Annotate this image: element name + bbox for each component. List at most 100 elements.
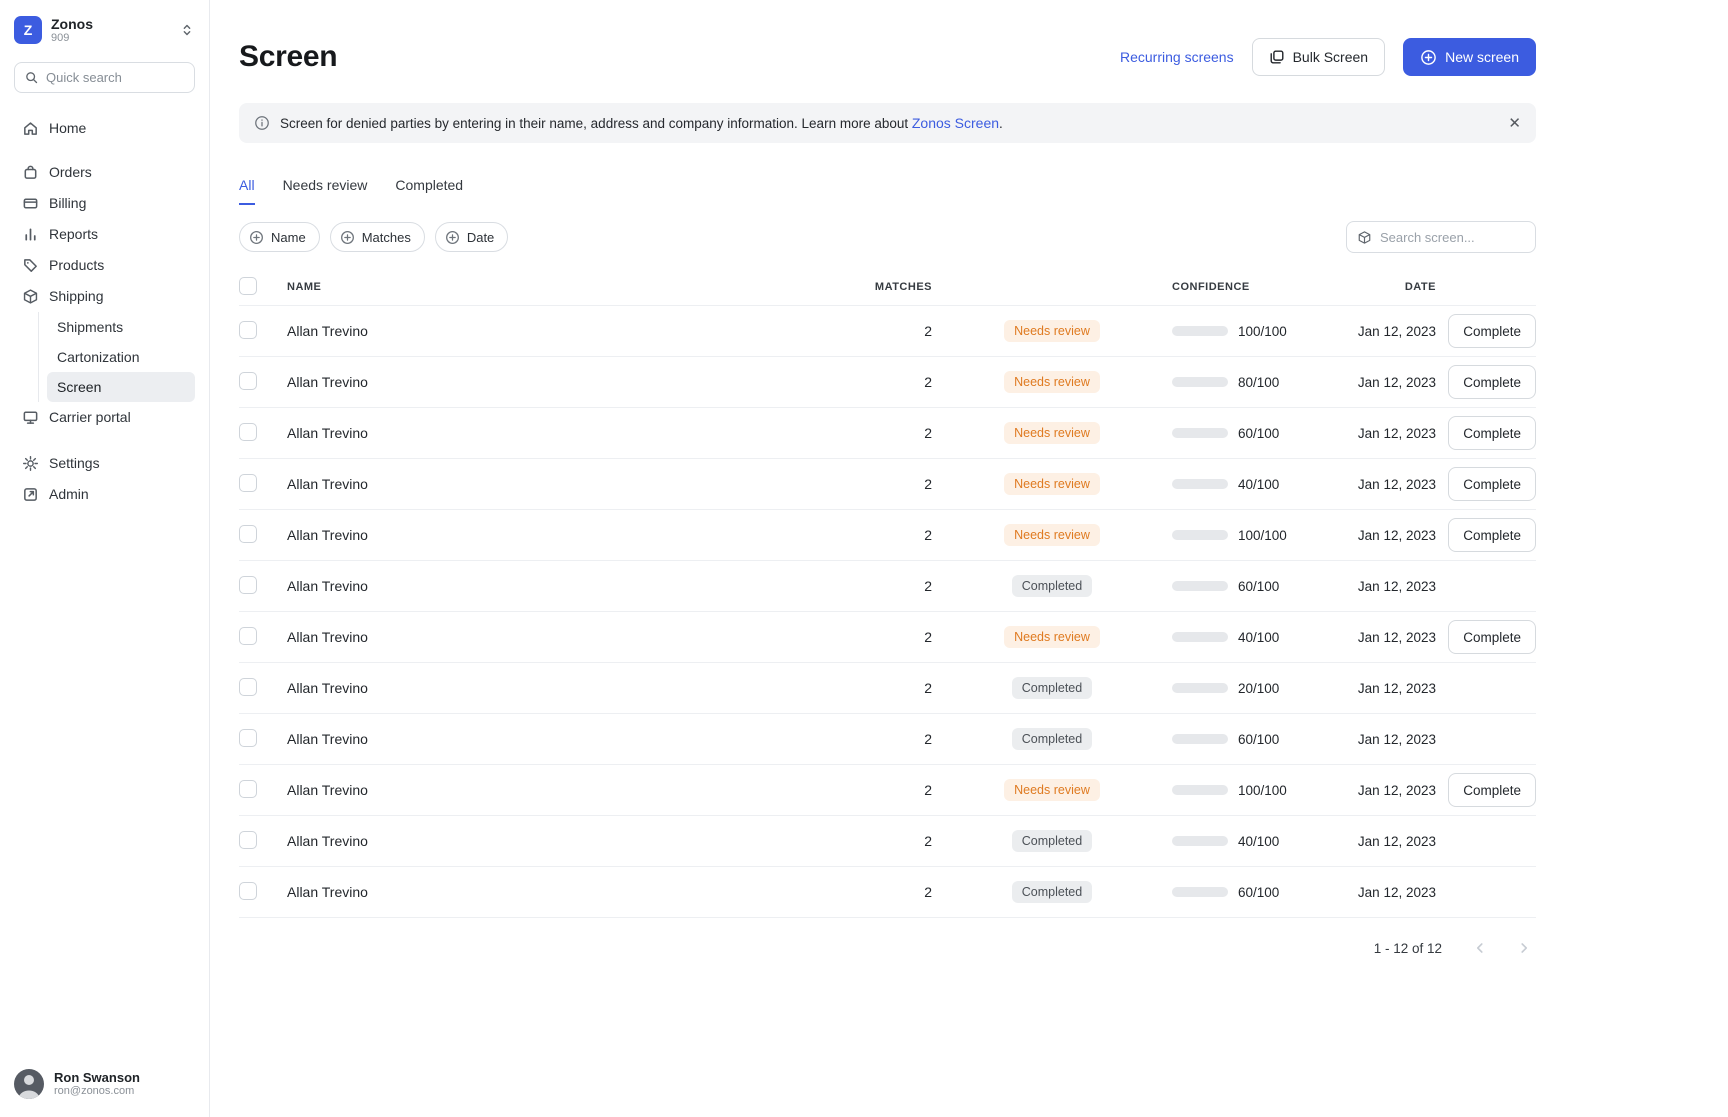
row-checkbox[interactable] xyxy=(239,474,257,492)
row-name: Allan Trevino xyxy=(287,323,872,339)
banner-text-after: . xyxy=(999,116,1003,131)
row-action: Complete xyxy=(1436,518,1536,552)
row-name: Allan Trevino xyxy=(287,476,872,492)
avatar xyxy=(14,1069,44,1099)
quick-search[interactable] xyxy=(14,62,195,93)
sidebar-item-billing[interactable]: Billing xyxy=(14,188,195,219)
sidebar-item-products[interactable]: Products xyxy=(14,250,195,281)
tab-completed[interactable]: Completed xyxy=(395,177,463,205)
sidebar-item-label: Orders xyxy=(49,164,92,180)
screen-table: Name Matches Confidence Date Allan Trevi… xyxy=(239,269,1536,918)
row-checkbox[interactable] xyxy=(239,882,257,900)
confidence-cell: 60/100 xyxy=(1172,885,1346,900)
row-checkbox[interactable] xyxy=(239,372,257,390)
confidence-score: 60/100 xyxy=(1238,885,1279,900)
tab-needs-review[interactable]: Needs review xyxy=(283,177,368,205)
confidence-bar xyxy=(1172,785,1228,795)
sidebar-item-label: Billing xyxy=(49,195,86,211)
complete-button[interactable]: Complete xyxy=(1448,518,1536,552)
complete-button[interactable]: Complete xyxy=(1448,416,1536,450)
row-checkbox[interactable] xyxy=(239,321,257,339)
row-name: Allan Trevino xyxy=(287,425,872,441)
close-icon[interactable]: ✕ xyxy=(1508,114,1521,132)
header-actions: Recurring screens Bulk Screen New screen xyxy=(1120,38,1536,76)
row-checkbox[interactable] xyxy=(239,627,257,645)
sidebar-item-admin[interactable]: Admin xyxy=(14,479,195,510)
table-row: Allan Trevino 2 Needs review 100/100 Jan… xyxy=(239,765,1536,816)
bulk-screen-label: Bulk Screen xyxy=(1293,49,1368,65)
chevron-updown-icon[interactable] xyxy=(179,22,195,38)
table-row: Allan Trevino 2 Completed 40/100 Jan 12,… xyxy=(239,816,1536,867)
complete-button[interactable]: Complete xyxy=(1448,773,1536,807)
row-matches: 2 xyxy=(872,884,932,900)
monitor-icon xyxy=(22,409,39,426)
complete-button[interactable]: Complete xyxy=(1448,620,1536,654)
row-date: Jan 12, 2023 xyxy=(1346,375,1436,390)
sidebar-item-screen[interactable]: Screen xyxy=(47,372,195,402)
new-screen-button[interactable]: New screen xyxy=(1403,38,1536,76)
select-all-checkbox[interactable] xyxy=(239,277,257,295)
row-action: Complete xyxy=(1436,620,1536,654)
home-icon xyxy=(22,120,39,137)
user-name: Ron Swanson xyxy=(54,1070,140,1086)
confidence-cell: 60/100 xyxy=(1172,426,1346,441)
confidence-score: 80/100 xyxy=(1238,375,1279,390)
recurring-screens-link[interactable]: Recurring screens xyxy=(1120,49,1234,65)
row-checkbox[interactable] xyxy=(239,780,257,798)
sidebar-item-settings[interactable]: Settings xyxy=(14,448,195,479)
row-checkbox[interactable] xyxy=(239,729,257,747)
bulk-screen-button[interactable]: Bulk Screen xyxy=(1252,38,1385,76)
row-date: Jan 12, 2023 xyxy=(1346,477,1436,492)
row-matches: 2 xyxy=(872,578,932,594)
box-icon xyxy=(22,288,39,305)
row-matches: 2 xyxy=(872,374,932,390)
chevron-right-icon[interactable] xyxy=(1512,936,1536,960)
tab-all[interactable]: All xyxy=(239,177,255,205)
row-date: Jan 12, 2023 xyxy=(1346,681,1436,696)
complete-button[interactable]: Complete xyxy=(1448,314,1536,348)
table-search[interactable] xyxy=(1346,221,1536,253)
row-checkbox[interactable] xyxy=(239,831,257,849)
sidebar-item-label: Shipments xyxy=(57,319,123,335)
chevron-left-icon[interactable] xyxy=(1468,936,1492,960)
row-checkbox[interactable] xyxy=(239,423,257,441)
sidebar-item-home[interactable]: Home xyxy=(14,113,195,144)
table-search-input[interactable] xyxy=(1380,230,1525,245)
table-row: Allan Trevino 2 Needs review 40/100 Jan … xyxy=(239,612,1536,663)
sidebar-item-orders[interactable]: Orders xyxy=(14,157,195,188)
complete-button[interactable]: Complete xyxy=(1448,467,1536,501)
row-name: Allan Trevino xyxy=(287,782,872,798)
filter-name-label: Name xyxy=(271,230,306,245)
confidence-cell: 40/100 xyxy=(1172,630,1346,645)
sidebar-item-carrier-portal[interactable]: Carrier portal xyxy=(14,402,195,433)
filter-name[interactable]: Name xyxy=(239,222,320,252)
quick-search-input[interactable] xyxy=(46,70,185,85)
bulk-screen-icon xyxy=(1269,49,1285,65)
row-checkbox[interactable] xyxy=(239,576,257,594)
row-checkbox[interactable] xyxy=(239,525,257,543)
confidence-score: 40/100 xyxy=(1238,477,1279,492)
user-menu[interactable]: Ron Swanson ron@zonos.com xyxy=(14,1069,195,1099)
confidence-score: 40/100 xyxy=(1238,630,1279,645)
search-icon xyxy=(24,70,39,85)
zonos-screen-link[interactable]: Zonos Screen xyxy=(912,115,999,131)
sidebar-item-label: Home xyxy=(49,120,86,136)
sidebar-item-shipments[interactable]: Shipments xyxy=(47,312,195,342)
org-switcher[interactable]: Z Zonos 909 xyxy=(14,16,195,45)
status-badge: Needs review xyxy=(1004,473,1100,495)
row-name: Allan Trevino xyxy=(287,629,872,645)
table-row: Allan Trevino 2 Completed 60/100 Jan 12,… xyxy=(239,561,1536,612)
confidence-score: 60/100 xyxy=(1238,732,1279,747)
column-header-date: Date xyxy=(1346,281,1436,293)
org-logo: Z xyxy=(14,16,42,44)
filter-date[interactable]: Date xyxy=(435,222,508,252)
sidebar-item-reports[interactable]: Reports xyxy=(14,219,195,250)
filter-matches[interactable]: Matches xyxy=(330,222,425,252)
status-badge: Needs review xyxy=(1004,626,1100,648)
sidebar-item-cartonization[interactable]: Cartonization xyxy=(47,342,195,372)
complete-button[interactable]: Complete xyxy=(1448,365,1536,399)
status-badge: Completed xyxy=(1012,677,1092,699)
user-email: ron@zonos.com xyxy=(54,1085,140,1098)
sidebar-item-shipping[interactable]: Shipping xyxy=(14,281,195,312)
row-checkbox[interactable] xyxy=(239,678,257,696)
